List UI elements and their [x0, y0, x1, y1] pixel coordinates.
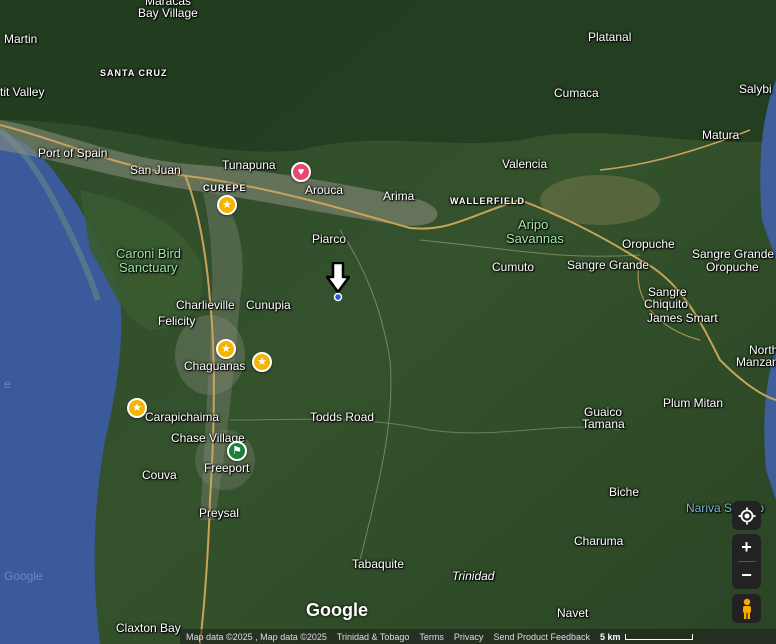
- place-sangre-grande: Sangre Grande: [567, 258, 650, 272]
- scale-line: [624, 633, 693, 640]
- attribution-bar: Map data ©2025 , Map data ©2025 Trinidad…: [180, 629, 776, 644]
- place-martin: Martin: [4, 32, 38, 46]
- place-wallerfield: WALLERFIELD: [450, 196, 525, 206]
- place-felicity: Felicity: [158, 314, 196, 328]
- place-matura: Matura: [702, 128, 740, 142]
- street-view-pegman-icon: [742, 598, 751, 619]
- place-arouca: Arouca: [305, 183, 344, 197]
- place-cumuto: Cumuto: [492, 260, 535, 274]
- map-data-attribution: Map data ©2025 , Map data ©2025: [186, 631, 327, 642]
- place-charuma: Charuma: [574, 534, 624, 548]
- place-navet: Navet: [557, 606, 589, 620]
- privacy-link[interactable]: Privacy: [454, 632, 484, 642]
- place-tunapuna: Tunapuna: [222, 158, 276, 172]
- star-icon: ★: [132, 401, 142, 414]
- place-caroni-bird: Caroni Bird: [116, 246, 182, 261]
- place-santa-cruz: SANTA CRUZ: [100, 68, 168, 78]
- place-tabaquite: Tabaquite: [352, 557, 405, 571]
- place-chaguanas: Chaguanas: [184, 359, 246, 373]
- place-trinidad: Trinidad: [452, 569, 495, 583]
- place-carapichaima: Carapichaima: [145, 410, 220, 424]
- map-canvas[interactable]: Maracas Bay Village Martin SANTA CRUZ Pl…: [0, 0, 776, 644]
- place-manzanilla: Manzan: [736, 355, 776, 369]
- place-valencia: Valencia: [502, 157, 548, 171]
- place-arima: Arima: [383, 189, 415, 203]
- flag-place-pin-freeport[interactable]: ⚑: [227, 441, 247, 461]
- place-charlieville: Charlieville: [176, 298, 235, 312]
- star-icon: ★: [222, 198, 232, 211]
- terms-link[interactable]: Terms: [419, 632, 444, 642]
- scale-label: 5 km: [600, 631, 621, 642]
- place-couva: Couva: [142, 468, 177, 482]
- place-platanal: Platanal: [588, 30, 632, 44]
- place-todds-road: Todds Road: [310, 410, 375, 424]
- country-link[interactable]: Trinidad & Tobago: [337, 632, 410, 642]
- zoom-out-button[interactable]: −: [732, 562, 761, 589]
- place-san-juan: San Juan: [130, 163, 181, 177]
- zoom-controls: + −: [732, 534, 761, 589]
- place-aripo: Aripo: [518, 217, 549, 232]
- zoom-in-button[interactable]: +: [732, 534, 761, 561]
- place-plum-mitan: Plum Mitan: [663, 396, 724, 410]
- place-biche: Biche: [609, 485, 640, 499]
- place-james-smart: James Smart: [647, 311, 718, 325]
- starred-place-pin-carapichaima[interactable]: ★: [127, 398, 147, 418]
- place-sangre-grande-e: Sangre Grande: [692, 247, 775, 261]
- starred-place-pin-chaguanas[interactable]: ★: [216, 339, 236, 359]
- flag-icon: ⚑: [232, 444, 242, 457]
- place-claxton-bay: Claxton Bay: [116, 621, 181, 635]
- place-oropuche: Oropuche: [622, 237, 675, 251]
- scale-bar[interactable]: 5 km: [600, 632, 693, 642]
- star-icon: ★: [221, 342, 231, 355]
- send-feedback-link[interactable]: Send Product Feedback: [493, 632, 590, 642]
- street-view-button[interactable]: [732, 594, 761, 623]
- heart-icon: ♥: [297, 165, 305, 178]
- place-petit-valley: tit Valley: [0, 85, 45, 99]
- star-icon: ★: [257, 355, 267, 368]
- watermark-letter-sea: e: [4, 377, 11, 391]
- place-bay-village: Bay Village: [138, 6, 198, 20]
- my-location-button[interactable]: [732, 501, 761, 530]
- place-sanctuary: Sanctuary: [119, 260, 178, 275]
- starred-place-pin-curepe[interactable]: ★: [217, 195, 237, 215]
- place-freeport: Freeport: [204, 461, 250, 475]
- my-location-icon: [738, 507, 755, 524]
- watermark-google-sea: Google: [4, 569, 43, 583]
- place-port-of-spain: Port of Spain: [38, 146, 108, 160]
- saved-place-heart-pin[interactable]: ♥: [291, 162, 311, 182]
- place-piarco: Piarco: [312, 232, 347, 246]
- place-cunupia: Cunupia: [246, 298, 291, 312]
- google-logo: Google: [306, 600, 368, 620]
- place-oropuche-e: Oropuche: [706, 260, 759, 274]
- starred-place-pin-chaguanas-east[interactable]: ★: [252, 352, 272, 372]
- place-chiquito: Chiquito: [644, 297, 689, 311]
- down-arrow-marker-icon[interactable]: [326, 262, 350, 302]
- place-tamana: Tamana: [582, 417, 625, 431]
- place-savannas: Savannas: [506, 231, 564, 246]
- place-preysal: Preysal: [199, 506, 240, 520]
- place-cumaca: Cumaca: [554, 86, 599, 100]
- place-salybia: Salybi: [739, 82, 772, 96]
- place-curepe: CUREPE: [203, 183, 247, 193]
